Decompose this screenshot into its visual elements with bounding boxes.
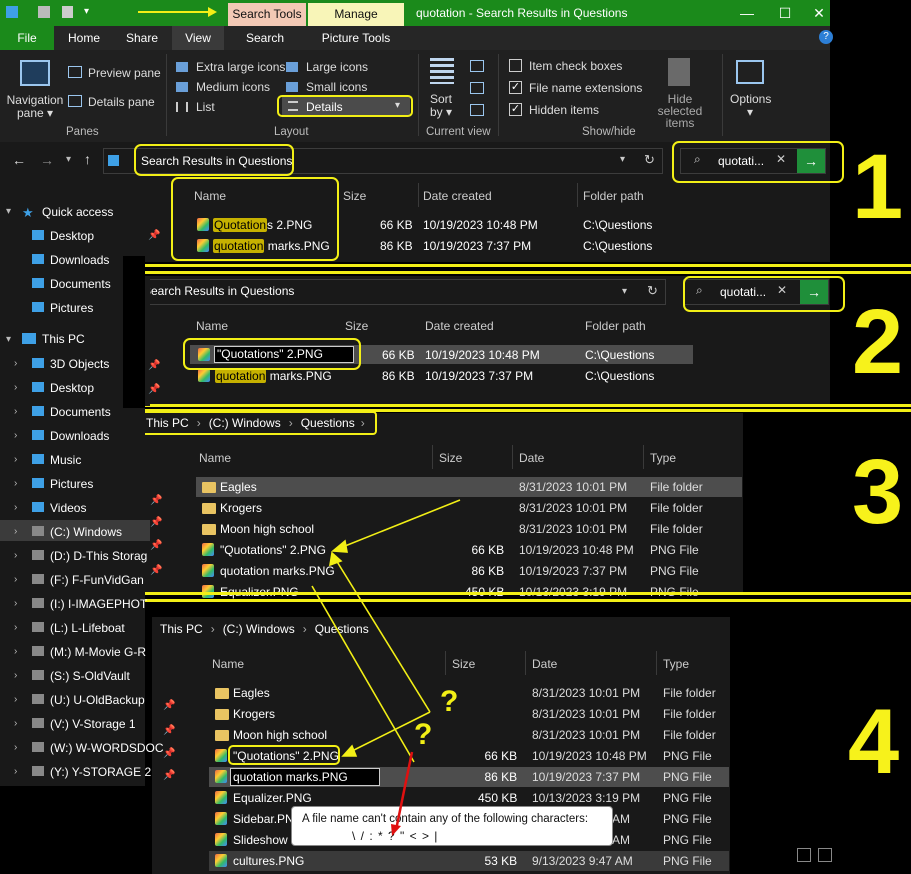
drive-icon — [32, 646, 44, 656]
sidebar-item[interactable]: (Y:) Y-STORAGE 2 — [50, 765, 151, 779]
folder-icon — [32, 358, 44, 368]
drive-icon — [32, 598, 44, 608]
sidebar-item[interactable]: Pictures — [50, 477, 93, 491]
sidebar-item[interactable]: (I:) I-IMAGEPHOT — [50, 597, 147, 611]
drive-icon — [32, 694, 44, 704]
pin-icon[interactable]: 📌 — [163, 700, 175, 711]
nav-pane-bottom — [0, 786, 152, 874]
chevron-right-icon[interactable]: › — [14, 742, 17, 753]
sidebar-item[interactable]: Desktop — [50, 381, 94, 395]
sidebar-item[interactable]: (F:) F-FunVidGan — [50, 573, 144, 587]
sidebar-item[interactable]: (D:) D-This Storag — [50, 549, 147, 563]
pin-icon[interactable]: 📌 — [163, 770, 175, 781]
drive-icon — [32, 766, 44, 776]
pin-icon[interactable]: 📌 — [163, 748, 175, 759]
question-mark-annotation: ? — [414, 718, 433, 751]
chevron-down-icon[interactable]: ▾ — [6, 206, 11, 217]
pin-icon[interactable]: 📌 — [163, 725, 175, 736]
pin-icon[interactable]: 📌 — [148, 230, 160, 241]
folder-icon — [32, 430, 44, 440]
sidebar-item[interactable]: (W:) W-WORDSDOC — [50, 741, 164, 755]
folder-icon — [32, 382, 44, 392]
drive-icon — [32, 622, 44, 632]
chevron-right-icon[interactable]: › — [14, 670, 17, 681]
chevron-right-icon[interactable]: › — [14, 646, 17, 657]
sidebar-item[interactable]: (C:) Windows — [50, 525, 122, 539]
sidebar-item[interactable]: (U:) U-OldBackup — [50, 693, 145, 707]
chevron-right-icon[interactable]: › — [14, 382, 17, 393]
sidebar-item[interactable]: (M:) M-Movie G-R — [50, 645, 146, 659]
gap — [123, 256, 145, 408]
pin-icon[interactable]: 📌 — [150, 517, 162, 528]
sidebar-item[interactable]: (V:) V-Storage 1 — [50, 717, 136, 731]
sidebar-item[interactable]: 3D Objects — [50, 357, 109, 371]
drive-icon — [32, 574, 44, 584]
chevron-right-icon[interactable]: › — [14, 622, 17, 633]
folder-icon — [32, 454, 44, 464]
sidebar-item[interactable]: (L:) L-Lifeboat — [50, 621, 125, 635]
drive-icon — [32, 526, 44, 536]
pc-icon — [22, 333, 36, 344]
chevron-right-icon[interactable]: › — [14, 526, 17, 537]
folder-icon — [32, 502, 44, 512]
chevron-right-icon[interactable]: › — [14, 502, 17, 513]
drive-icon — [32, 670, 44, 680]
chevron-right-icon[interactable]: › — [14, 454, 17, 465]
drive-icon — [32, 742, 44, 752]
sidebar-item[interactable]: Desktop — [50, 229, 94, 243]
sidebar-item[interactable]: (S:) S-OldVault — [50, 669, 130, 683]
star-icon: ★ — [22, 205, 34, 220]
pin-icon[interactable]: 📌 — [150, 540, 162, 551]
pin-icon[interactable]: 📌 — [150, 495, 162, 506]
drive-icon — [32, 550, 44, 560]
chevron-right-icon[interactable]: › — [14, 694, 17, 705]
sidebar-this-pc[interactable]: This PC — [42, 332, 85, 346]
folder-icon — [32, 406, 44, 416]
sidebar-item[interactable]: Downloads — [50, 429, 109, 443]
quick-item-icon — [32, 254, 44, 264]
chevron-right-icon[interactable]: › — [14, 574, 17, 585]
chevron-right-icon[interactable]: › — [14, 406, 17, 417]
pin-icon[interactable]: 📌 — [148, 384, 160, 395]
screenshot-root: ▾ Search Tools Manage quotation - Search… — [0, 0, 911, 874]
sidebar-item[interactable]: Documents — [50, 405, 111, 419]
sidebar-item[interactable]: Downloads — [50, 253, 109, 267]
chevron-right-icon[interactable]: › — [14, 550, 17, 561]
chevron-right-icon[interactable]: › — [14, 766, 17, 777]
drive-icon — [32, 718, 44, 728]
chevron-right-icon[interactable]: › — [14, 358, 17, 369]
chevron-right-icon[interactable]: › — [14, 430, 17, 441]
quick-item-icon — [32, 302, 44, 312]
chevron-down-icon[interactable]: ▾ — [6, 334, 11, 345]
folder-icon — [32, 478, 44, 488]
chevron-right-icon[interactable]: › — [14, 718, 17, 729]
question-mark-annotation: ? — [440, 685, 459, 718]
quick-item-icon — [32, 278, 44, 288]
sidebar-item[interactable]: Documents — [50, 277, 111, 291]
quick-item-icon — [32, 230, 44, 240]
sidebar-quick-access[interactable]: Quick access — [42, 205, 113, 219]
pin-icon[interactable]: 📌 — [148, 360, 160, 371]
sidebar-item[interactable]: Pictures — [50, 301, 93, 315]
pin-icon[interactable]: 📌 — [150, 565, 162, 576]
chevron-right-icon[interactable]: › — [14, 598, 17, 609]
chevron-right-icon[interactable]: › — [14, 478, 17, 489]
sidebar-item[interactable]: Videos — [50, 501, 86, 515]
sidebar-item[interactable]: Music — [50, 453, 81, 467]
